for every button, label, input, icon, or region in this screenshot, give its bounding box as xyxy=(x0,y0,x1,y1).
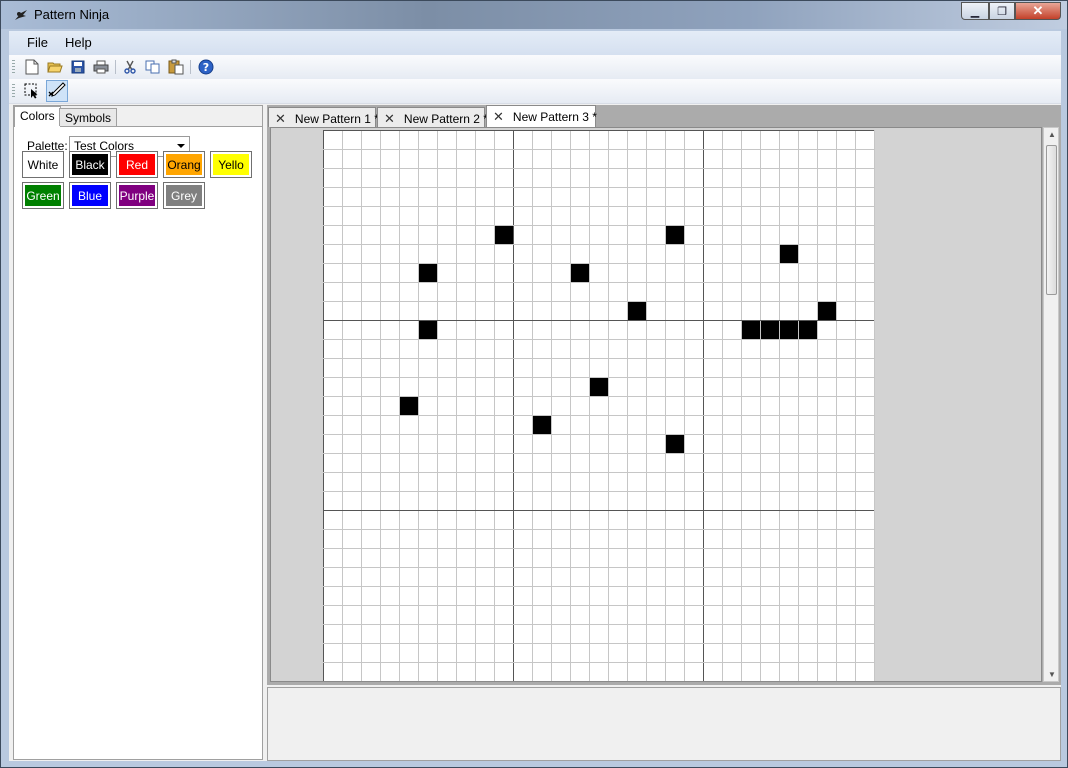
copy-button[interactable] xyxy=(144,58,162,76)
print-button[interactable] xyxy=(92,58,110,76)
vertical-scrollbar[interactable]: ▲ ▼ xyxy=(1043,127,1059,682)
tools-toolbar xyxy=(9,79,1061,104)
open-button[interactable] xyxy=(46,58,64,76)
pencil-tool-button[interactable] xyxy=(46,80,68,102)
help-button[interactable]: ? xyxy=(197,58,215,76)
ninja-app-icon xyxy=(13,7,29,23)
close-button[interactable]: ✕ xyxy=(1015,2,1061,20)
close-icon: ✕ xyxy=(1032,3,1044,18)
maximize-button[interactable]: ❐ xyxy=(989,2,1015,20)
menu-bar: File Help xyxy=(9,31,1061,55)
toolbar-separator xyxy=(190,60,191,74)
toolbar-grip[interactable] xyxy=(12,84,15,98)
filled-stitch-cell[interactable] xyxy=(761,321,779,339)
pencil-tool-icon xyxy=(48,82,66,97)
doc-tab-label: New Pattern 3 * xyxy=(512,110,597,124)
filled-stitch-cell[interactable] xyxy=(818,302,836,320)
main-toolbar: ? xyxy=(9,55,1061,80)
filled-stitch-cell[interactable] xyxy=(533,416,551,434)
filled-stitch-cell[interactable] xyxy=(742,321,760,339)
paste-icon xyxy=(168,59,184,75)
new-icon xyxy=(25,59,39,75)
app-window: Pattern Ninja ▁ ❐ ✕ File Help ? Colors S… xyxy=(0,0,1068,768)
window-title: Pattern Ninja xyxy=(34,7,110,22)
filled-stitch-cell[interactable] xyxy=(571,264,589,282)
filled-stitch-cell[interactable] xyxy=(799,321,817,339)
svg-text:?: ? xyxy=(203,61,209,74)
left-panel-tabs: Colors Symbols xyxy=(14,106,262,127)
scroll-down-icon[interactable]: ▼ xyxy=(1048,670,1056,679)
color-swatch-grey[interactable]: Grey xyxy=(163,182,205,209)
toolbar-separator xyxy=(115,60,116,74)
filled-stitch-cell[interactable] xyxy=(400,397,418,415)
menu-file[interactable]: File xyxy=(27,35,48,50)
close-tab-icon[interactable]: ✕ xyxy=(275,111,286,127)
doc-tab-label: New Pattern 1 * xyxy=(294,112,379,126)
filled-stitch-cell[interactable] xyxy=(590,378,608,396)
minimize-button[interactable]: ▁ xyxy=(961,2,989,20)
doc-tab-1[interactable]: ✕ New Pattern 1 * xyxy=(268,107,379,127)
color-swatch-red[interactable]: Red xyxy=(116,151,158,178)
color-swatch-black[interactable]: Black xyxy=(69,151,111,178)
color-swatch-blue[interactable]: Blue xyxy=(69,182,111,209)
filled-stitch-cell[interactable] xyxy=(666,226,684,244)
close-tab-icon[interactable]: ✕ xyxy=(493,109,504,125)
doc-tab-label: New Pattern 2 * xyxy=(403,112,488,126)
pattern-grid[interactable] xyxy=(271,128,1041,681)
tab-colors[interactable]: Colors xyxy=(14,106,61,127)
minimize-icon: ▁ xyxy=(970,5,980,18)
new-button[interactable] xyxy=(23,58,41,76)
help-icon: ? xyxy=(198,59,214,75)
color-swatch-yello[interactable]: Yello xyxy=(210,151,252,178)
color-swatch-white[interactable]: White xyxy=(22,151,64,178)
save-button[interactable] xyxy=(69,58,87,76)
restore-icon: ❐ xyxy=(997,5,1007,18)
filled-stitch-cell[interactable] xyxy=(666,435,684,453)
scroll-up-icon[interactable]: ▲ xyxy=(1048,130,1056,139)
filled-stitch-cell[interactable] xyxy=(419,321,437,339)
filled-stitch-cell[interactable] xyxy=(495,226,513,244)
print-icon xyxy=(93,60,109,74)
filled-stitch-cell[interactable] xyxy=(628,302,646,320)
scroll-thumb[interactable] xyxy=(1046,145,1057,295)
color-swatch-green[interactable]: Green xyxy=(22,182,64,209)
left-panel: Colors Symbols Palette: Test Colors Whit… xyxy=(13,105,263,760)
save-icon xyxy=(71,60,85,74)
doc-tab-2[interactable]: ✕ New Pattern 2 * xyxy=(377,107,488,127)
color-swatch-orang[interactable]: Orang xyxy=(163,151,205,178)
color-swatch-purple[interactable]: Purple xyxy=(116,182,158,209)
document-area: ✕ New Pattern 1 * ✕ New Pattern 2 * ✕ New P… xyxy=(267,105,1061,685)
filled-stitch-cell[interactable] xyxy=(419,264,437,282)
cut-button[interactable] xyxy=(121,58,139,76)
copy-icon xyxy=(145,60,160,74)
cut-icon xyxy=(124,60,136,74)
menu-help[interactable]: Help xyxy=(65,35,92,50)
filled-stitch-cell[interactable] xyxy=(780,245,798,263)
filled-stitch-cell[interactable] xyxy=(780,321,798,339)
bottom-panel xyxy=(267,687,1061,761)
select-tool-icon xyxy=(24,83,38,99)
chevron-down-icon xyxy=(177,144,185,148)
toolbar-grip[interactable] xyxy=(12,60,15,74)
pattern-canvas-viewport xyxy=(270,127,1042,682)
doc-tab-3[interactable]: ✕ New Pattern 3 * xyxy=(486,105,597,127)
open-icon xyxy=(47,62,63,73)
close-tab-icon[interactable]: ✕ xyxy=(384,111,395,127)
client-area: File Help ? Colors Symbols Palette: Test… xyxy=(9,31,1061,761)
title-bar[interactable]: Pattern Ninja ▁ ❐ ✕ xyxy=(1,1,1067,29)
paste-button[interactable] xyxy=(167,58,185,76)
tab-symbols[interactable]: Symbols xyxy=(59,108,118,126)
select-tool-button[interactable] xyxy=(23,82,41,100)
